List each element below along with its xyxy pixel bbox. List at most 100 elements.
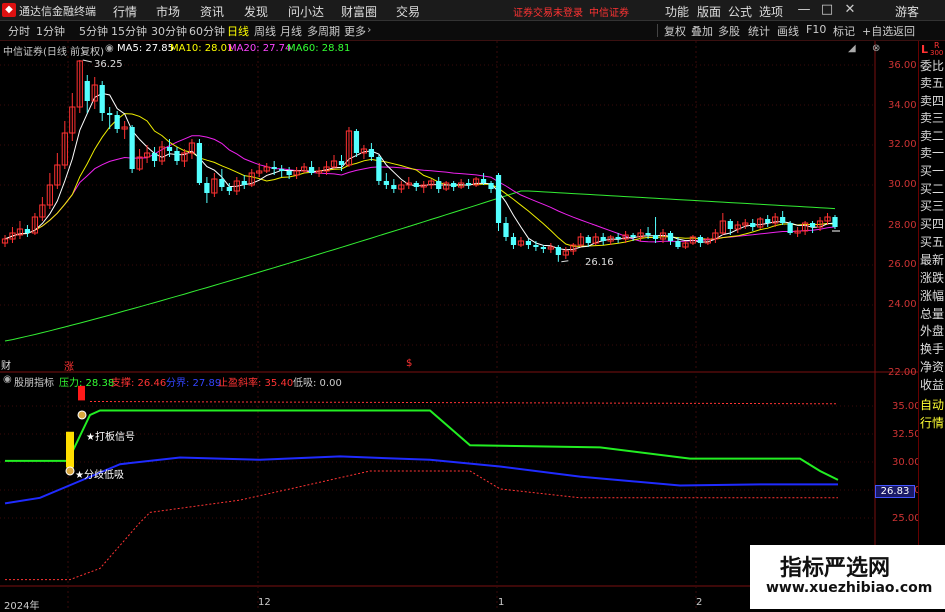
- signal-coin-icon: [77, 410, 87, 420]
- user-label[interactable]: 游客: [895, 3, 919, 20]
- kline-chart-area[interactable]: [0, 41, 918, 609]
- stock-label: 中信证券(日线 前复权): [3, 47, 104, 58]
- candle-body: [226, 187, 232, 191]
- side-panel-item: 买二: [919, 182, 944, 196]
- side-panel-item[interactable]: 自动: [919, 396, 945, 413]
- candle-body: [114, 115, 120, 129]
- candle-body: [525, 241, 532, 245]
- side-panel-item: 卖三: [919, 111, 944, 125]
- candle-body: [308, 167, 315, 173]
- period-monthly[interactable]: 月线: [280, 23, 302, 39]
- tool-mark[interactable]: 标记: [833, 23, 855, 39]
- period-daily[interactable]: 日线: [227, 23, 249, 39]
- menu-formula[interactable]: 公式: [728, 3, 752, 20]
- period-1min[interactable]: 1分钟: [36, 23, 65, 39]
- tool-add-watchlist[interactable]: +自选: [862, 23, 893, 39]
- ma60-line: [4, 190, 836, 342]
- tool-overlay[interactable]: 叠加: [691, 23, 713, 39]
- finance-marker[interactable]: 财: [1, 357, 11, 372]
- menu-options[interactable]: 选项: [759, 3, 783, 20]
- menu-function[interactable]: 功能: [665, 3, 689, 20]
- low-pointer: [561, 260, 569, 263]
- minimize-icon[interactable]: —: [793, 1, 815, 19]
- candle-body: [99, 85, 105, 113]
- period-tick[interactable]: 分时: [8, 23, 30, 39]
- y-tick: 22.00: [888, 367, 917, 378]
- period-60min[interactable]: 60分钟: [189, 23, 225, 39]
- period-weekly[interactable]: 周线: [254, 23, 276, 39]
- login-notice[interactable]: 证券交易未登录: [513, 4, 583, 19]
- tool-stats[interactable]: 统计: [748, 23, 770, 39]
- pressure-line: [5, 409, 839, 481]
- tool-f10[interactable]: F10: [806, 23, 826, 36]
- side-panel-item: 买三: [919, 199, 944, 213]
- candle-body: [645, 233, 651, 235]
- side-panel-item: 卖五: [919, 76, 944, 90]
- candle-body: [832, 217, 838, 227]
- tool-back[interactable]: 返回: [893, 23, 915, 39]
- candle-body: [615, 237, 621, 239]
- menu-news[interactable]: 资讯: [200, 3, 224, 20]
- period-multi[interactable]: 多周期: [307, 23, 340, 39]
- ma60-label: MA60: 28.81: [287, 43, 351, 54]
- menu-layout[interactable]: 版面: [697, 3, 721, 20]
- x-label: 2024年: [4, 601, 40, 612]
- expand-icon[interactable]: ◢: [848, 43, 856, 54]
- menu-wealth[interactable]: 财富圈: [341, 3, 377, 20]
- title-bar: ◆ 通达信金融终端 行情 市场 资讯 发现 问小达 财富圈 交易 证券交易未登录…: [0, 0, 945, 21]
- ma5-line: [4, 92, 836, 251]
- close-chart-icon[interactable]: ⊗: [872, 43, 880, 54]
- axis-scale-label: 300: [930, 49, 944, 57]
- stop-label: 止盈斜率: 35.40: [218, 378, 294, 389]
- menu-market[interactable]: 市场: [156, 3, 180, 20]
- restore-icon[interactable]: □: [816, 1, 838, 19]
- side-panel-item: 收益: [919, 378, 944, 392]
- ma20-label: MA20: 27.74: [228, 43, 292, 54]
- menu-discover[interactable]: 发现: [244, 3, 268, 20]
- candle-body: [286, 171, 292, 175]
- period-30min[interactable]: 30分钟: [151, 23, 187, 39]
- candle-body: [413, 183, 419, 187]
- candle-body: [279, 169, 285, 171]
- signal-bar-yellow: [66, 431, 74, 468]
- menu-trade[interactable]: 交易: [396, 3, 420, 20]
- candle-body: [338, 161, 345, 165]
- close-small-icon[interactable]: ✕: [839, 1, 861, 19]
- candle-body: [533, 245, 539, 247]
- side-panel-item[interactable]: 行情: [919, 414, 945, 431]
- menu-quotes[interactable]: 行情: [113, 3, 137, 20]
- candle-body: [585, 237, 591, 243]
- period-15min[interactable]: 15分钟: [111, 23, 147, 39]
- signal-coin-icon: [65, 466, 75, 476]
- candle-body: [630, 235, 636, 237]
- tool-multi-stock[interactable]: 多股: [718, 23, 740, 39]
- side-panel-item: 卖四: [919, 94, 944, 108]
- candle-body: [809, 223, 816, 227]
- limit-up-marker[interactable]: 涨: [64, 358, 74, 373]
- x-label: 2: [696, 597, 703, 608]
- y-tick: 36.00: [888, 60, 917, 71]
- side-panel-item: 卖一: [919, 146, 944, 160]
- indicator-gear-icon[interactable]: ◉: [3, 374, 12, 385]
- settings-gear-icon[interactable]: ◉: [105, 43, 114, 54]
- tool-adjust[interactable]: 复权: [664, 23, 686, 39]
- candle-body: [204, 183, 210, 193]
- divide-label: 分界: 27.89: [166, 378, 222, 389]
- candle-body: [383, 181, 389, 185]
- menu-ask[interactable]: 问小达: [288, 3, 324, 20]
- period-5min[interactable]: 5分钟: [79, 23, 108, 39]
- ma10-label: MA10: 28.01: [170, 43, 234, 54]
- y-tick: 32.00: [888, 139, 917, 150]
- signal-board-label: ★打板信号: [86, 432, 135, 443]
- dividend-marker[interactable]: $: [406, 358, 412, 369]
- more-chevron-icon[interactable]: ›: [367, 23, 371, 36]
- y-tick: 26.00: [888, 259, 917, 270]
- ind-y-tick: 30.00: [892, 457, 921, 468]
- tool-draw[interactable]: 画线: [777, 23, 799, 39]
- period-more[interactable]: 更多: [344, 23, 366, 39]
- candle-body: [480, 179, 487, 183]
- high-price-label: 36.25: [94, 59, 123, 70]
- broker-name[interactable]: 中信证券: [589, 4, 629, 19]
- candle-body: [151, 153, 158, 161]
- app-logo-icon: ◆: [2, 3, 16, 17]
